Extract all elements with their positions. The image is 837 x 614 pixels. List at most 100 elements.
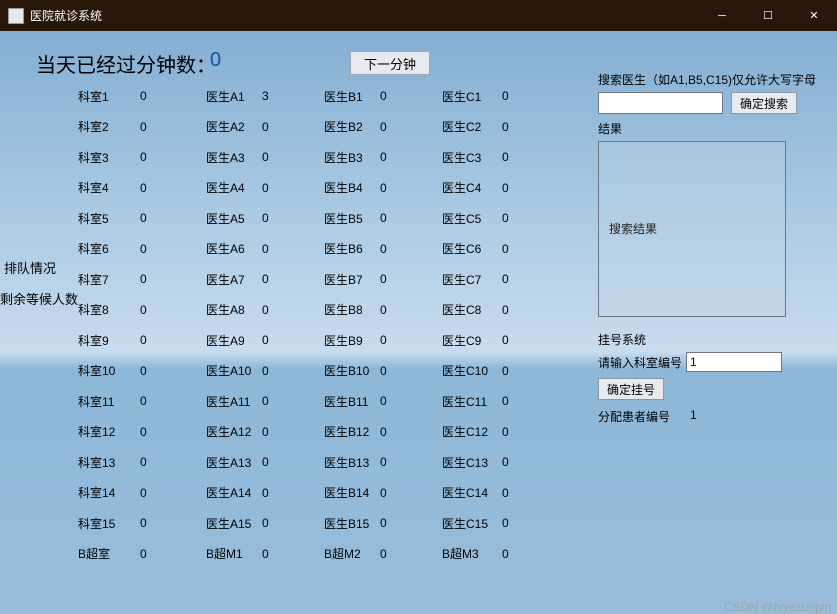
doctor-a-value: 0 — [262, 455, 280, 469]
doctor-c-label: 医生C5 — [442, 210, 494, 227]
doctor-a-value: 0 — [262, 120, 280, 134]
search-input[interactable] — [598, 92, 723, 114]
doctor-c-value: 0 — [502, 211, 520, 225]
dept-value: 0 — [140, 364, 158, 378]
doctor-a-value: 0 — [262, 333, 280, 347]
doctor-c-label: 医生C9 — [442, 332, 494, 349]
doctor-b-label: B超M2 — [324, 545, 372, 562]
table-row: 科室30医生A30医生B30医生C30 — [78, 142, 588, 173]
doctor-c-label: 医生C7 — [442, 271, 494, 288]
dept-label: 科室14 — [78, 484, 132, 501]
doctor-c-label: 医生C2 — [442, 118, 494, 135]
doctor-b-value: 0 — [380, 333, 398, 347]
close-button[interactable]: ✕ — [791, 0, 837, 31]
doctor-b-value: 0 — [380, 150, 398, 164]
data-grid: 科室10医生A13医生B10医生C10科室20医生A20医生B20医生C20科室… — [78, 81, 588, 569]
dept-value: 0 — [140, 547, 158, 561]
dept-value: 0 — [140, 455, 158, 469]
dept-label: 科室3 — [78, 149, 132, 166]
app-icon — [8, 8, 24, 24]
dept-label: 科室2 — [78, 118, 132, 135]
doctor-b-value: 0 — [380, 364, 398, 378]
table-row: 科室110医生A110医生B110医生C110 — [78, 386, 588, 417]
doctor-c-value: 0 — [502, 455, 520, 469]
search-button[interactable]: 确定搜索 — [731, 92, 797, 114]
doctor-a-label: 医生A13 — [206, 454, 254, 471]
dept-label: 科室12 — [78, 423, 132, 440]
assign-patient-value: 1 — [690, 408, 697, 425]
dept-label: 科室1 — [78, 88, 132, 105]
doctor-c-label: 医生C8 — [442, 301, 494, 318]
doctor-c-value: 0 — [502, 516, 520, 530]
doctor-c-value: 0 — [502, 333, 520, 347]
doctor-c-label: 医生C3 — [442, 149, 494, 166]
table-row: B超室0B超M10B超M20B超M30 — [78, 539, 588, 570]
doctor-a-label: 医生A2 — [206, 118, 254, 135]
doctor-b-value: 0 — [380, 486, 398, 500]
register-title: 挂号系统 — [598, 331, 818, 348]
table-row: 科室120医生A120医生B120医生C120 — [78, 417, 588, 448]
doctor-b-value: 0 — [380, 425, 398, 439]
doctor-b-label: 医生B14 — [324, 484, 372, 501]
search-hint: 搜索医生（如A1,B5,C15)仅允许大写字母 — [598, 71, 818, 88]
table-row: 科室90医生A90医生B90医生C90 — [78, 325, 588, 356]
queue-status-label: 排队情况 — [4, 258, 56, 277]
table-row: 科室20医生A20医生B20医生C20 — [78, 112, 588, 143]
dept-value: 0 — [140, 394, 158, 408]
dept-label: 科室10 — [78, 362, 132, 379]
doctor-c-value: 0 — [502, 364, 520, 378]
room-number-label: 请输入科室编号 — [598, 354, 682, 371]
client-area: 当天已经过分钟数： 0 下一分钟 排队情况 剩余等候人数 科室10医生A13医生… — [0, 31, 837, 614]
next-minute-button[interactable]: 下一分钟 — [350, 51, 430, 75]
doctor-a-value: 0 — [262, 181, 280, 195]
doctor-a-label: 医生A6 — [206, 240, 254, 257]
dept-value: 0 — [140, 150, 158, 164]
doctor-b-label: 医生B11 — [324, 393, 372, 410]
doctor-b-value: 0 — [380, 394, 398, 408]
doctor-c-label: 医生C13 — [442, 454, 494, 471]
dept-value: 0 — [140, 303, 158, 317]
doctor-a-value: 0 — [262, 425, 280, 439]
dept-value: 0 — [140, 181, 158, 195]
doctor-a-label: 医生A3 — [206, 149, 254, 166]
doctor-a-value: 0 — [262, 272, 280, 286]
doctor-b-value: 0 — [380, 211, 398, 225]
doctor-b-value: 0 — [380, 89, 398, 103]
doctor-a-value: 0 — [262, 516, 280, 530]
table-row: 科室100医生A100医生B100医生C100 — [78, 356, 588, 387]
dept-label: B超室 — [78, 545, 132, 562]
doctor-b-label: 医生B7 — [324, 271, 372, 288]
doctor-a-label: 医生A12 — [206, 423, 254, 440]
doctor-a-label: 医生A15 — [206, 515, 254, 532]
minutes-value: 0 — [210, 49, 221, 72]
maximize-button[interactable]: ☐ — [745, 0, 791, 31]
room-number-input[interactable] — [686, 352, 782, 372]
register-button[interactable]: 确定挂号 — [598, 378, 664, 400]
doctor-b-label: 医生B5 — [324, 210, 372, 227]
doctor-a-value: 0 — [262, 242, 280, 256]
doctor-b-value: 0 — [380, 516, 398, 530]
table-row: 科室80医生A80医生B80医生C80 — [78, 295, 588, 326]
result-label: 结果 — [598, 120, 818, 137]
doctor-b-value: 0 — [380, 242, 398, 256]
doctor-c-value: 0 — [502, 150, 520, 164]
dept-value: 0 — [140, 486, 158, 500]
doctor-c-label: 医生C12 — [442, 423, 494, 440]
doctor-a-value: 0 — [262, 211, 280, 225]
doctor-a-label: 医生A10 — [206, 362, 254, 379]
dept-value: 0 — [140, 242, 158, 256]
doctor-b-value: 0 — [380, 547, 398, 561]
doctor-c-value: 0 — [502, 181, 520, 195]
minimize-button[interactable]: ─ — [699, 0, 745, 31]
doctor-b-label: 医生B9 — [324, 332, 372, 349]
table-row: 科室70医生A70医生B70医生C70 — [78, 264, 588, 295]
window-title: 医院就诊系统 — [30, 7, 699, 24]
doctor-a-label: B超M1 — [206, 545, 254, 562]
dept-label: 科室11 — [78, 393, 132, 410]
assign-patient-label: 分配患者编号 — [598, 408, 670, 425]
doctor-b-label: 医生B13 — [324, 454, 372, 471]
doctor-b-label: 医生B10 — [324, 362, 372, 379]
doctor-c-value: 0 — [502, 486, 520, 500]
doctor-a-label: 医生A9 — [206, 332, 254, 349]
doctor-c-value: 0 — [502, 425, 520, 439]
